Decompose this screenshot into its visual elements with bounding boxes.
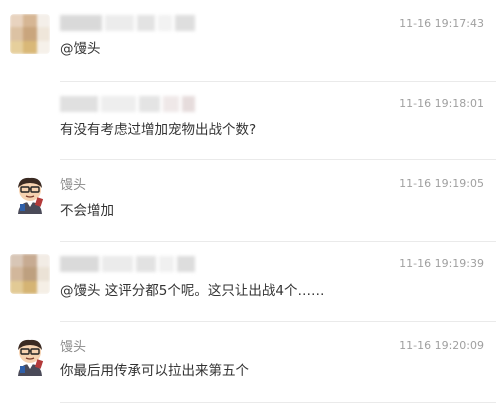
comment-timestamp: 11-16 19:19:39 — [399, 257, 484, 270]
comment-thread: 11-16 19:17:43 @馒头 11-16 19:18:01 有没有考虑过… — [0, 0, 496, 406]
blurred-avatar[interactable] — [10, 14, 50, 54]
comment-timestamp: 11-16 19:18:01 — [399, 97, 484, 110]
comment-timestamp: 11-16 19:17:43 — [399, 17, 484, 30]
blurred-avatar[interactable] — [10, 254, 50, 294]
comment-author[interactable]: 馒头 — [60, 339, 86, 357]
comment-text: @馒头 这评分都5个呢。这只让出战4个…… — [60, 283, 325, 299]
comment-item: 11-16 19:18:01 有没有考虑过增加宠物出战个数? — [0, 82, 496, 160]
author-name-redacted[interactable] — [60, 96, 195, 112]
author-name-redacted[interactable] — [60, 256, 196, 272]
comment-divider — [60, 402, 496, 403]
comment-text: 有没有考虑过增加宠物出战个数? — [60, 122, 257, 138]
comment-timestamp: 11-16 19:20:09 — [399, 339, 484, 352]
comment-text: 你最后用传承可以拉出来第五个 — [60, 363, 249, 379]
comment-text: @馒头 — [60, 41, 101, 57]
comment-item: 11-16 19:19:39 @馒头 这评分都5个呢。这只让出战4个…… — [0, 242, 496, 322]
comment-author[interactable]: 馒头 — [60, 177, 86, 195]
comment-item: 11-16 19:17:43 @馒头 — [0, 0, 496, 82]
author-name-redacted[interactable] — [60, 15, 196, 31]
cartoon-avatar-icon[interactable] — [10, 336, 50, 376]
comment-item: 馒头 11-16 19:20:09 你最后用传承可以拉出来第五个 — [0, 322, 496, 406]
comment-text: 不会增加 — [60, 203, 114, 219]
comment-item: 馒头 11-16 19:19:05 不会增加 — [0, 160, 496, 242]
cartoon-avatar-icon[interactable] — [10, 174, 50, 214]
comment-timestamp: 11-16 19:19:05 — [399, 177, 484, 190]
